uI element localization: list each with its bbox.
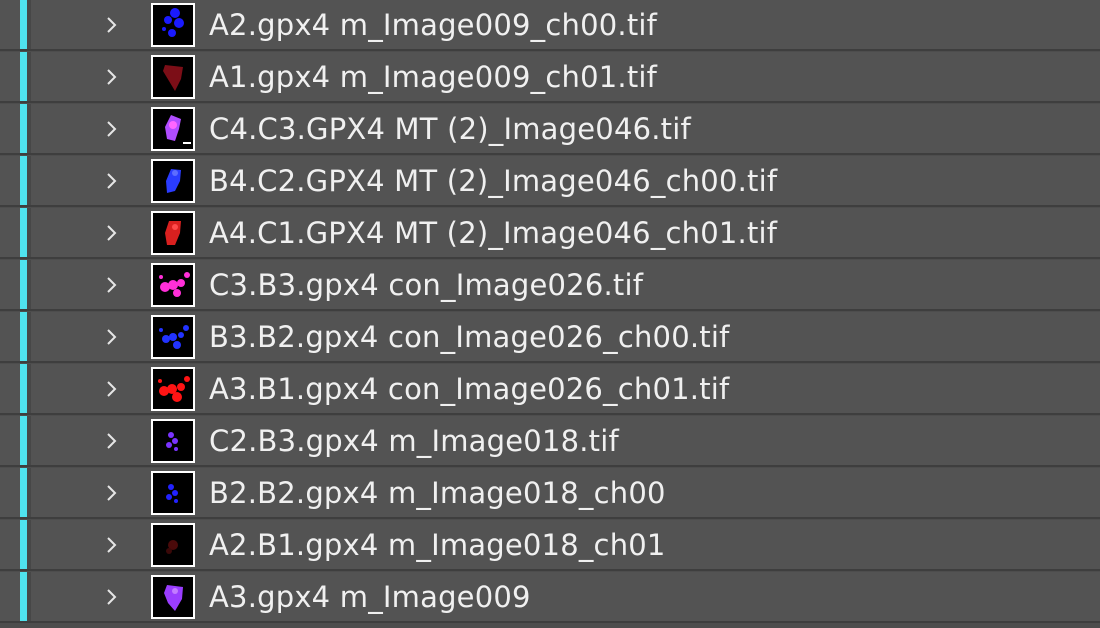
label-color-strip[interactable] [20, 572, 27, 621]
chevron-right-icon[interactable] [102, 364, 122, 413]
cells-graphic [166, 484, 178, 503]
layer-thumbnail-icon[interactable] [151, 159, 195, 203]
thumbnail-image [153, 109, 193, 149]
thumbnail-image [153, 57, 193, 97]
label-strip-gap [27, 52, 31, 101]
layer-row[interactable]: C2.B3.gpx4 m_Image018.tif [0, 416, 1100, 467]
cells-graphic [163, 65, 183, 91]
label-color-strip[interactable] [20, 416, 27, 465]
thumbnail-image [153, 317, 193, 357]
layer-row[interactable]: A2.gpx4 m_Image009_ch00.tif [0, 0, 1100, 51]
layer-row[interactable]: A3.B1.gpx4 con_Image026_ch01.tif [0, 364, 1100, 415]
thumbnail-image [153, 5, 193, 45]
label-strip-gap [27, 0, 31, 49]
cells-graphic [165, 221, 181, 245]
layer-name[interactable]: A3.B1.gpx4 con_Image026_ch01.tif [209, 364, 729, 413]
chevron-right-icon[interactable] [102, 104, 122, 153]
label-strip-gap [27, 572, 31, 621]
label-color-strip[interactable] [20, 52, 27, 101]
label-color-strip[interactable] [20, 0, 27, 49]
cells-graphic [166, 432, 178, 451]
label-strip-gap [27, 520, 31, 569]
layer-name[interactable]: A1.gpx4 m_Image009_ch01.tif [209, 52, 657, 101]
label-color-strip[interactable] [20, 468, 27, 517]
cells-graphic [158, 376, 190, 402]
layer-thumbnail-icon[interactable] [151, 263, 195, 307]
layer-thumbnail-icon[interactable] [151, 471, 195, 515]
label-color-strip[interactable] [20, 312, 27, 361]
layer-name[interactable]: C2.B3.gpx4 m_Image018.tif [209, 416, 619, 465]
chevron-right-icon[interactable] [102, 468, 122, 517]
layer-name[interactable]: A4.C1.GPX4 MT (2)_Image046_ch01.tif [209, 208, 777, 257]
label-color-strip[interactable] [20, 208, 27, 257]
label-color-strip[interactable] [20, 156, 27, 205]
layer-row[interactable]: A3.gpx4 m_Image009 [0, 572, 1100, 623]
layer-thumbnail-icon[interactable] [151, 419, 195, 463]
label-strip-gap [27, 208, 31, 257]
chevron-right-icon[interactable] [102, 156, 122, 205]
layer-name[interactable]: B2.B2.gpx4 m_Image018_ch00 [209, 468, 666, 517]
layer-thumbnail-icon[interactable] [151, 575, 195, 619]
thumbnail-image [153, 265, 193, 305]
chevron-right-icon[interactable] [102, 0, 122, 49]
layer-row[interactable]: A4.C1.GPX4 MT (2)_Image046_ch01.tif [0, 208, 1100, 259]
label-strip-gap [27, 260, 31, 309]
chevron-right-icon[interactable] [102, 416, 122, 465]
cells-graphic [162, 8, 184, 37]
thumbnail-image [153, 577, 193, 617]
label-strip-gap [27, 156, 31, 205]
chevron-right-icon[interactable] [102, 52, 122, 101]
layer-name[interactable]: A2.B1.gpx4 m_Image018_ch01 [209, 520, 666, 569]
chevron-right-icon[interactable] [102, 312, 122, 361]
layer-list: A2.gpx4 m_Image009_ch00.tif A1.gpx4 m_Im… [0, 0, 1100, 628]
thumbnail-image [153, 369, 193, 409]
layer-row[interactable]: B2.B2.gpx4 m_Image018_ch00 [0, 468, 1100, 519]
layer-row[interactable]: B3.B2.gpx4 con_Image026_ch00.tif [0, 312, 1100, 363]
label-strip-gap [27, 364, 31, 413]
layer-name[interactable]: C3.B3.gpx4 con_Image026.tif [209, 260, 643, 309]
label-strip-gap [27, 468, 31, 517]
layer-thumbnail-icon[interactable] [151, 211, 195, 255]
thumbnail-image [153, 473, 193, 513]
layer-row[interactable]: B4.C2.GPX4 MT (2)_Image046_ch00.tif [0, 156, 1100, 207]
cells-graphic [166, 540, 178, 554]
cells-graphic [159, 272, 190, 297]
layer-name[interactable]: B3.B2.gpx4 con_Image026_ch00.tif [209, 312, 730, 361]
thumbnail-image [153, 421, 193, 461]
label-color-strip[interactable] [20, 520, 27, 569]
layer-thumbnail-icon[interactable] [151, 367, 195, 411]
thumbnail-image [153, 525, 193, 565]
thumbnail-image [153, 161, 193, 201]
layer-name[interactable]: A3.gpx4 m_Image009 [209, 572, 531, 621]
layer-row[interactable]: C4.C3.GPX4 MT (2)_Image046.tif [0, 104, 1100, 155]
cells-graphic [164, 585, 183, 611]
layer-row[interactable]: C3.B3.gpx4 con_Image026.tif [0, 260, 1100, 311]
chevron-right-icon[interactable] [102, 520, 122, 569]
label-color-strip[interactable] [20, 364, 27, 413]
chevron-right-icon[interactable] [102, 260, 122, 309]
layer-thumbnail-icon[interactable] [151, 315, 195, 359]
layer-row[interactable]: A1.gpx4 m_Image009_ch01.tif [0, 52, 1100, 103]
layer-row[interactable]: A2.B1.gpx4 m_Image018_ch01 [0, 520, 1100, 571]
layer-thumbnail-icon[interactable] [151, 3, 195, 47]
label-color-strip[interactable] [20, 104, 27, 153]
label-color-strip[interactable] [20, 260, 27, 309]
layer-thumbnail-icon[interactable] [151, 55, 195, 99]
layer-thumbnail-icon[interactable] [151, 107, 195, 151]
thumbnail-image [153, 213, 193, 253]
label-strip-gap [27, 416, 31, 465]
chevron-right-icon[interactable] [102, 208, 122, 257]
label-strip-gap [27, 312, 31, 361]
layer-name[interactable]: A2.gpx4 m_Image009_ch00.tif [209, 0, 657, 49]
cells-graphic [165, 115, 191, 144]
layer-name[interactable]: C4.C3.GPX4 MT (2)_Image046.tif [209, 104, 691, 153]
layer-thumbnail-icon[interactable] [151, 523, 195, 567]
label-strip-gap [27, 104, 31, 153]
layer-name[interactable]: B4.C2.GPX4 MT (2)_Image046_ch00.tif [209, 156, 777, 205]
chevron-right-icon[interactable] [102, 572, 122, 621]
cells-graphic [166, 169, 181, 193]
cells-graphic [159, 325, 189, 349]
